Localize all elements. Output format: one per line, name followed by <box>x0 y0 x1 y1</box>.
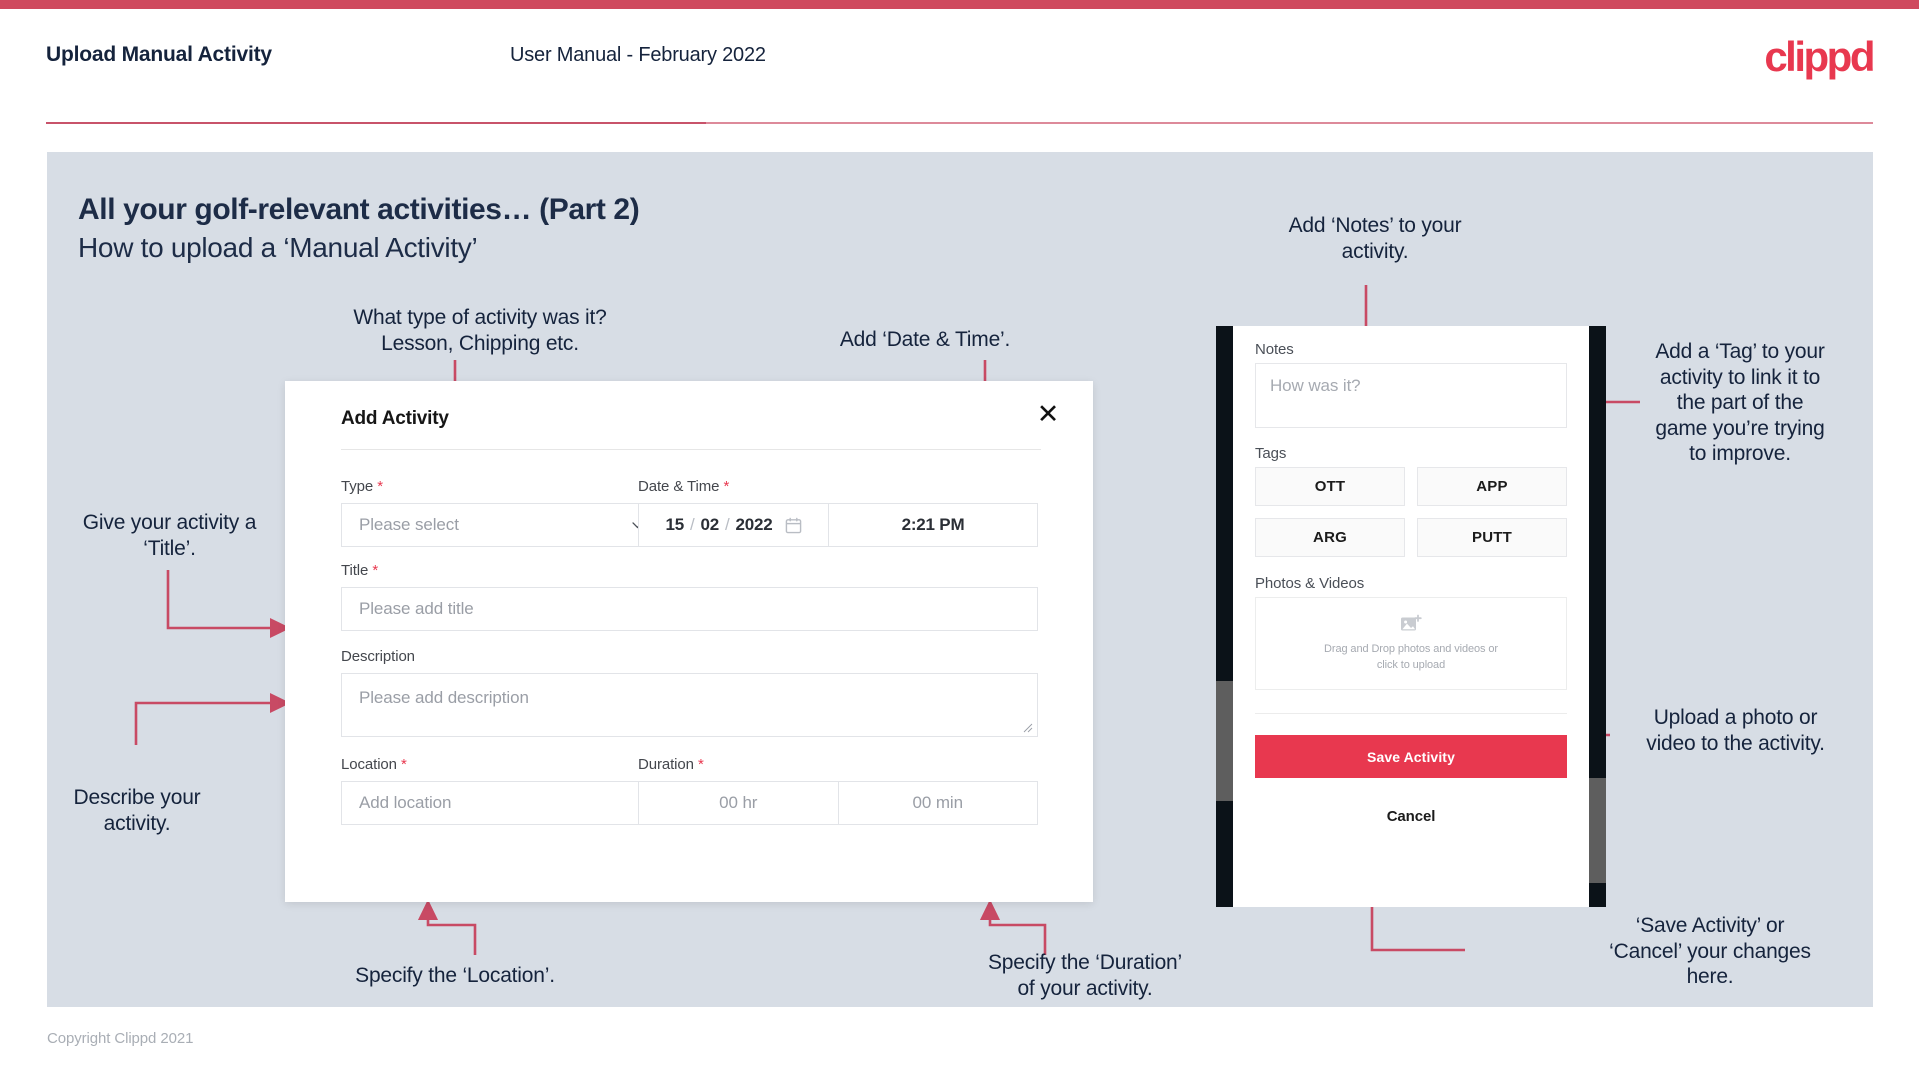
dialog-title: Add Activity <box>341 408 449 429</box>
description-textarea[interactable]: Please add description <box>341 673 1038 737</box>
phone-bezel-left <box>1216 326 1233 907</box>
date-month: 02 <box>700 515 719 534</box>
clippd-logo: clippd <box>1764 33 1875 80</box>
description-label: Description <box>341 648 415 665</box>
datetime-group[interactable]: 15 / 02 / 2022 2:21 PM <box>638 503 1038 547</box>
tag-app[interactable]: APP <box>1417 467 1567 506</box>
duration-minutes-placeholder: 00 min <box>912 793 964 812</box>
description-placeholder: Please add description <box>359 688 529 707</box>
header-subtitle: User Manual - February 2022 <box>510 44 766 66</box>
title-input[interactable]: Please add title <box>341 587 1038 631</box>
phone-button-right <box>1589 778 1606 883</box>
annotation-duration: Specify the ‘Duration’ of your activity. <box>987 951 1183 1000</box>
top-brand-bar <box>0 0 1919 9</box>
annotation-save: ‘Save Activity’ or ‘Cancel’ your changes… <box>1609 914 1811 989</box>
type-placeholder: Please select <box>359 515 459 534</box>
photo-dropzone[interactable]: Drag and Drop photos and videos or click… <box>1255 597 1567 690</box>
duration-group[interactable]: 00 hr 00 min <box>638 781 1038 825</box>
tag-ott[interactable]: OTT <box>1255 467 1405 506</box>
title-placeholder: Please add title <box>359 599 474 618</box>
slide-page: Upload Manual Activity User Manual - Feb… <box>0 0 1919 1079</box>
annotation-photos: Upload a photo or video to the activity. <box>1646 706 1825 755</box>
location-required-mark: * <box>401 756 407 773</box>
duration-hours-input[interactable]: 00 hr <box>639 782 838 824</box>
save-activity-label: Save Activity <box>1367 748 1455 765</box>
cancel-button[interactable]: Cancel <box>1233 808 1589 825</box>
datetime-required-mark: * <box>723 478 730 495</box>
title-required-mark: * <box>372 562 379 579</box>
add-activity-dialog: Add Activity ✕ Type * Please select Date… <box>285 381 1093 902</box>
dropzone-line-1: Drag and Drop photos and videos or <box>1324 642 1498 655</box>
annotation-description: Describe your activity. <box>73 786 201 835</box>
duration-label: Duration * <box>638 756 704 773</box>
duration-required-mark: * <box>697 756 704 773</box>
footer-copyright: Copyright Clippd 2021 <box>47 1030 194 1047</box>
type-select[interactable]: Please select <box>341 503 663 547</box>
dialog-divider <box>341 449 1041 450</box>
save-activity-button[interactable]: Save Activity <box>1255 735 1567 778</box>
annotation-notes: Add ‘Notes’ to your activity. <box>1288 214 1462 263</box>
date-input[interactable]: 15 / 02 / 2022 <box>639 504 829 546</box>
location-label: Location * <box>341 756 407 773</box>
tag-arg[interactable]: ARG <box>1255 518 1405 557</box>
annotation-title: Give your activity a ‘Title’. <box>82 511 257 560</box>
calendar-icon[interactable] <box>785 517 802 534</box>
phone-button-left <box>1216 681 1233 801</box>
location-input[interactable]: Add location <box>341 781 663 825</box>
date-day: 15 <box>665 515 684 534</box>
resize-grip-icon[interactable] <box>1023 723 1033 733</box>
duration-minutes-input[interactable]: 00 min <box>837 782 1038 824</box>
duration-label-text: Duration <box>638 756 694 773</box>
location-placeholder: Add location <box>359 793 452 812</box>
date-sep-1: / <box>689 515 695 534</box>
tag-ott-label: OTT <box>1314 478 1346 495</box>
tag-app-label: APP <box>1476 478 1508 495</box>
type-label: Type * <box>341 478 383 495</box>
notes-textarea[interactable]: How was it? <box>1255 363 1567 428</box>
tag-putt-label: PUTT <box>1472 529 1512 546</box>
duration-hours-placeholder: 00 hr <box>719 793 758 812</box>
notes-label: Notes <box>1255 341 1294 358</box>
annotation-location: Specify the ‘Location’. <box>355 964 555 987</box>
datetime-label: Date & Time * <box>638 478 729 495</box>
tags-label: Tags <box>1255 445 1287 462</box>
dropzone-line-2: click to upload <box>1376 659 1446 671</box>
slide-title: All your golf-relevant activities… (Part… <box>78 193 640 226</box>
type-required-mark: * <box>377 478 383 495</box>
datetime-label-text: Date & Time <box>638 478 720 495</box>
header-rule-right <box>706 122 1873 124</box>
annotation-tags: Add a ‘Tag’ to your activity to link it … <box>1655 340 1825 466</box>
annotation-datetime: Add ‘Date & Time’. <box>839 328 1011 351</box>
location-label-text: Location <box>341 756 397 773</box>
title-label-text: Title <box>341 562 369 579</box>
description-label-text: Description <box>341 648 415 665</box>
add-image-icon <box>1401 614 1422 630</box>
phone-screen: Notes How was it? Tags OTT APP ARG PUTT … <box>1233 326 1589 907</box>
notes-placeholder: How was it? <box>1270 376 1361 395</box>
annotation-type: What type of activity was it? Lesson, Ch… <box>353 306 607 355</box>
close-icon[interactable]: ✕ <box>1033 399 1063 429</box>
type-label-text: Type <box>341 478 374 495</box>
header-rule-left <box>46 122 706 124</box>
photo-dropzone-text: Drag and Drop photos and videos or click… <box>1324 641 1498 674</box>
cancel-label: Cancel <box>1386 808 1436 825</box>
phone-divider <box>1255 713 1567 714</box>
tag-arg-label: ARG <box>1313 529 1347 546</box>
phone-mockup: Notes How was it? Tags OTT APP ARG PUTT … <box>1216 326 1606 907</box>
photos-label: Photos & Videos <box>1255 575 1365 592</box>
date-sep-2: / <box>725 515 730 534</box>
time-input[interactable]: 2:21 PM <box>829 504 1037 546</box>
tag-putt[interactable]: PUTT <box>1417 518 1567 557</box>
date-year: 2022 <box>735 515 773 534</box>
time-value: 2:21 PM <box>901 515 965 534</box>
header-title: Upload Manual Activity <box>46 43 272 66</box>
slide-subtitle: How to upload a ‘Manual Activity’ <box>78 232 478 263</box>
title-label: Title * <box>341 562 378 579</box>
